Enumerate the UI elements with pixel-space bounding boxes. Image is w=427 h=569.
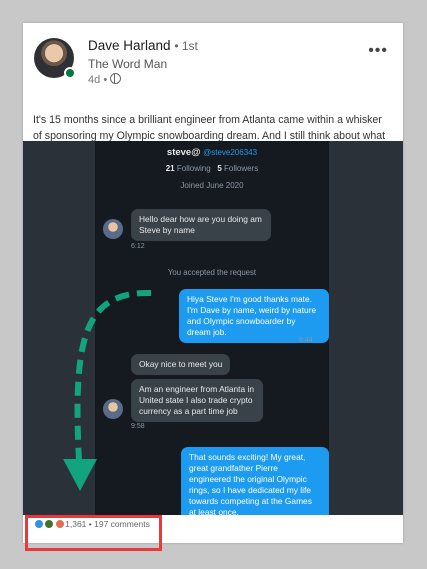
dm-message-out: Hiya Steve I'm good thanks mate. I'm Dav… xyxy=(179,289,329,343)
more-horizontal-icon: ••• xyxy=(368,42,388,59)
dm-message-out: That sounds exciting! My great, great gr… xyxy=(181,447,329,515)
dm-system-message: You accepted the request xyxy=(167,268,257,277)
dm-profile-header: steve@ @steve206343 xyxy=(95,147,329,158)
highlight-box xyxy=(25,515,162,551)
dm-message-time: 6:12 xyxy=(131,243,145,250)
following-count: 21 xyxy=(165,164,175,173)
online-status-dot xyxy=(64,67,76,79)
following-label: Following xyxy=(176,164,211,173)
degree-value: 1st xyxy=(181,39,198,53)
followers-label: Followers xyxy=(224,164,259,173)
author-name[interactable]: Dave Harland xyxy=(88,38,171,53)
meta-separator: • xyxy=(103,74,108,86)
dm-joined-date: Joined June 2020 xyxy=(180,181,244,190)
dm-message-time: 9:58 xyxy=(131,423,145,430)
post-time: 4d xyxy=(88,74,101,86)
followers-count: 5 xyxy=(217,164,222,173)
post-meta: 4d • xyxy=(88,73,122,86)
author-headline: The Word Man xyxy=(88,57,168,71)
dm-contact-avatar xyxy=(103,219,123,239)
dm-message-time: 6:44 xyxy=(299,337,313,344)
dm-screen: steve@ @steve206343 21 Following 5 Follo… xyxy=(95,141,329,515)
connection-degree: • 1st xyxy=(174,39,198,53)
more-options-button[interactable]: ••• xyxy=(368,42,388,60)
post-header: Dave Harland • 1st The Word Man 4d • ••• xyxy=(34,36,394,96)
dm-follow-stats: 21 Following 5 Followers xyxy=(95,164,329,173)
embedded-screenshot[interactable]: steve@ @steve206343 21 Following 5 Follo… xyxy=(23,141,403,515)
dm-message-in: Hello dear how are you doing am Steve by… xyxy=(131,209,271,241)
degree-separator: • xyxy=(174,39,179,53)
author-name-row: Dave Harland • 1st xyxy=(88,38,198,53)
dm-message-in: Okay nice to meet you xyxy=(131,354,231,375)
post-card: Dave Harland • 1st The Word Man 4d • •••… xyxy=(23,23,403,543)
dm-profile-name: steve@ xyxy=(166,147,201,158)
read-check-icon: ✓ xyxy=(316,336,323,345)
dm-profile-handle: @steve206343 xyxy=(203,148,258,157)
globe-icon xyxy=(110,73,122,84)
dm-contact-avatar xyxy=(103,399,123,419)
dm-message-in: Am an engineer from Atlanta in United st… xyxy=(131,379,263,422)
